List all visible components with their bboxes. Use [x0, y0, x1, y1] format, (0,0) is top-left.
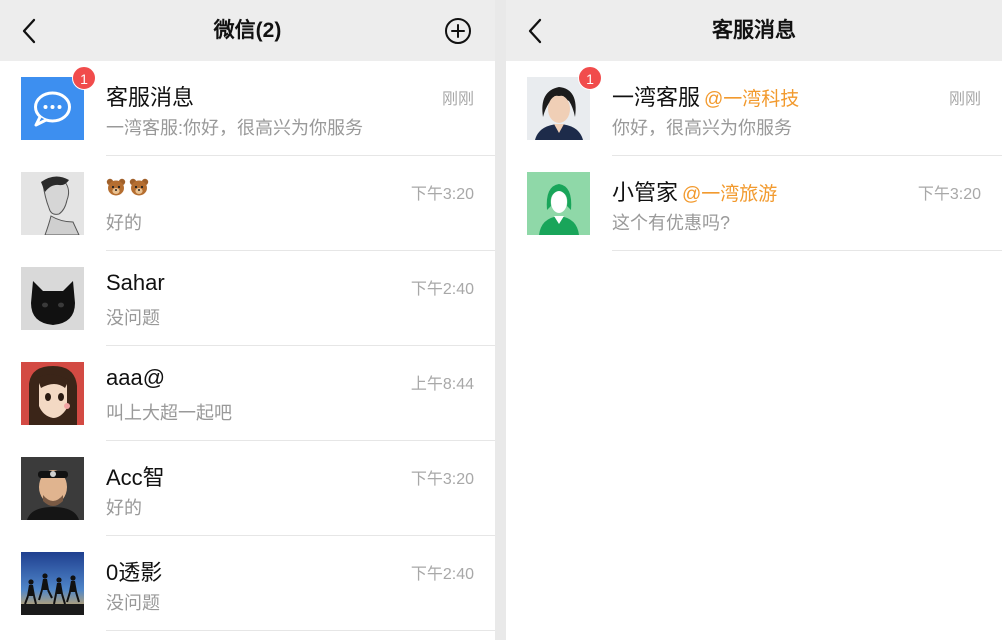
bear-icon [129, 178, 149, 196]
contact-name: 一湾客服 @一湾科技 [612, 80, 799, 112]
message-preview: 没问题 [106, 593, 160, 613]
plus-circle-icon [445, 18, 471, 44]
chevron-left-icon [528, 18, 542, 44]
contact-name: 客服消息 [106, 85, 195, 110]
message-time: 下午3:20 [917, 186, 981, 203]
list-item[interactable]: 小管家 @一湾旅游 下午3:20 这个有优惠吗? [506, 156, 1002, 251]
message-time: 刚刚 [441, 91, 474, 108]
contact-name: 0透影 [106, 560, 163, 585]
unread-badge: 1 [72, 66, 96, 90]
contact-name: Acc智 [106, 465, 165, 490]
divider [106, 630, 495, 631]
avatar [21, 267, 84, 330]
list-item[interactable]: 1 客服消息 刚刚 一湾客服:你好，很高兴为你服务 [0, 61, 495, 156]
company-tag: @一湾旅游 [682, 184, 778, 205]
message-time: 下午2:40 [410, 281, 474, 298]
conversation-list-panel: 微信(2) 1 客服消息 刚刚 一湾客服:你好，很高兴为你服务 下午3:20 好… [0, 0, 495, 640]
message-preview: 没问题 [106, 308, 160, 328]
message-preview: 叫上大超一起吧 [106, 403, 232, 423]
anime-girl [21, 362, 84, 425]
chevron-left-icon [22, 18, 36, 44]
list-item[interactable]: Sahar 下午2:40 没问题 [0, 251, 495, 346]
add-button[interactable] [443, 16, 473, 46]
message-preview: 好的 [106, 213, 142, 233]
back-button[interactable] [14, 16, 44, 46]
contact-name: Sahar [106, 270, 165, 295]
contact-name: 小管家 @一湾旅游 [612, 175, 777, 207]
message-time: 上午8:44 [410, 376, 474, 393]
customer-service-panel: 客服消息 1 一湾客服 @一湾科技 刚刚 你好，很高兴为你服务 小管家 @一湾旅… [506, 0, 1002, 640]
page-title: 客服消息 [712, 19, 796, 42]
avatar [21, 552, 84, 615]
list-item[interactable]: Acc智 下午3:20 好的 [0, 441, 495, 536]
message-time: 下午2:40 [410, 566, 474, 583]
nav-bar: 微信(2) [0, 0, 495, 61]
divider [612, 250, 1002, 251]
avatar [21, 457, 84, 520]
bear-icon [106, 178, 126, 196]
list-item[interactable]: aaa@ 上午8:44 叫上大超一起吧 [0, 346, 495, 441]
back-button[interactable] [520, 16, 550, 46]
unread-badge: 1 [578, 66, 602, 90]
silhouettes-sunset [21, 552, 84, 615]
list-item[interactable]: 0透影 下午2:40 没问题 [0, 536, 495, 631]
list-item[interactable]: 1 一湾客服 @一湾科技 刚刚 你好，很高兴为你服务 [506, 61, 1002, 156]
contact-name-text: 一湾客服 [612, 85, 701, 110]
avatar [527, 172, 590, 235]
message-preview: 这个有优惠吗? [612, 213, 731, 233]
message-time: 下午3:20 [410, 471, 474, 488]
default-user-icon [527, 172, 590, 235]
nav-bar: 客服消息 [506, 0, 1002, 61]
conversation-list: 1 一湾客服 @一湾科技 刚刚 你好，很高兴为你服务 小管家 @一湾旅游 下午3:2… [506, 61, 1002, 640]
sketch-portrait [21, 172, 84, 235]
message-preview: 好的 [106, 498, 142, 518]
page-title: 微信(2) [213, 19, 282, 42]
message-time: 刚刚 [948, 91, 981, 108]
message-time: 下午3:20 [410, 186, 474, 203]
avatar [21, 362, 84, 425]
message-preview: 你好，很高兴为你服务 [612, 118, 792, 138]
message-preview: 一湾客服:你好，很高兴为你服务 [106, 118, 363, 138]
black-cat [21, 267, 84, 330]
conversation-list: 1 客服消息 刚刚 一湾客服:你好，很高兴为你服务 下午3:20 好的 Saha… [0, 61, 495, 640]
man-headband [21, 457, 84, 520]
contact-name: aaa@ [106, 365, 166, 390]
list-item[interactable]: 下午3:20 好的 [0, 156, 495, 251]
avatar [21, 172, 84, 235]
company-tag: @一湾科技 [704, 89, 800, 110]
contact-name-text: 小管家 [612, 180, 679, 205]
contact-name [106, 175, 152, 201]
